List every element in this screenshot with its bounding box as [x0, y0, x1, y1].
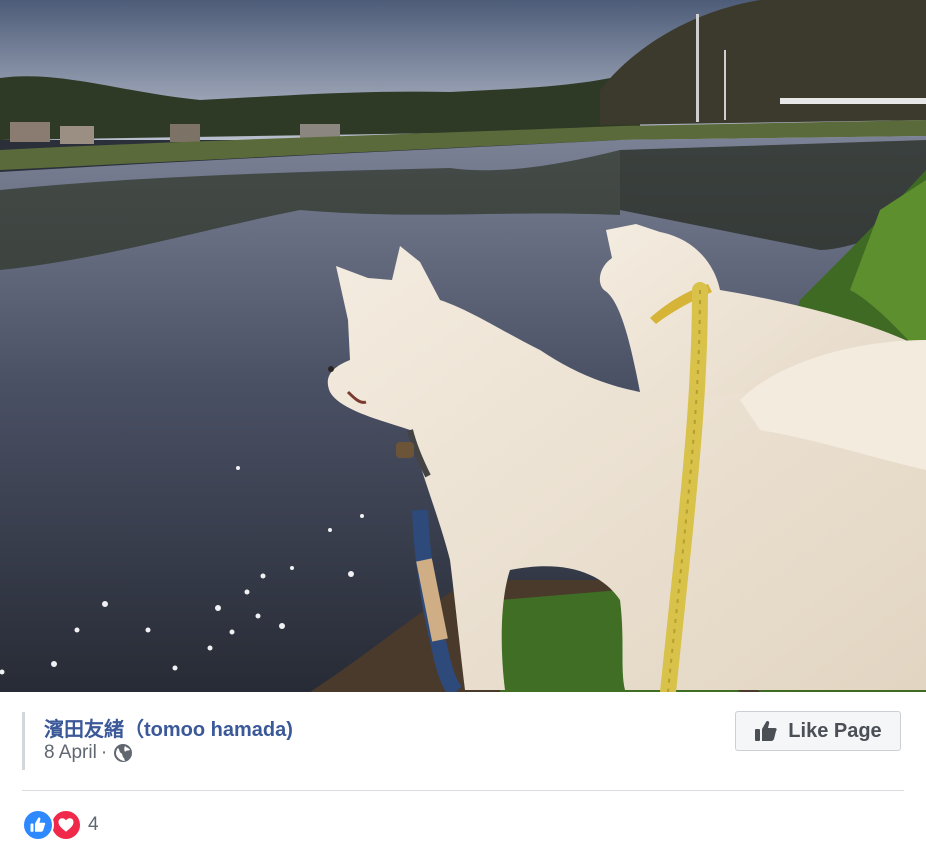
post-date-row: 8 April ·	[44, 742, 133, 764]
like-page-label: Like Page	[788, 719, 882, 742]
divider	[22, 790, 904, 791]
photo-illustration	[0, 0, 926, 692]
thumbs-up-icon	[754, 719, 778, 743]
globe-icon[interactable]	[113, 743, 133, 763]
post-meta: 濱田友緒（tomoo hamada) 8 April · Like Page	[0, 692, 926, 792]
reactions-summary[interactable]: 4	[22, 808, 99, 842]
author-name-link[interactable]: 濱田友緒（tomoo hamada)	[44, 713, 293, 742]
post-photo[interactable]	[0, 0, 926, 692]
like-reaction-icon[interactable]	[22, 809, 54, 841]
quote-bar	[22, 712, 25, 770]
reaction-count[interactable]: 4	[88, 814, 99, 836]
love-reaction-icon[interactable]	[50, 809, 82, 841]
like-page-button[interactable]: Like Page	[735, 711, 901, 751]
post-date[interactable]: 8 April	[44, 742, 97, 764]
date-separator: ·	[100, 742, 108, 763]
